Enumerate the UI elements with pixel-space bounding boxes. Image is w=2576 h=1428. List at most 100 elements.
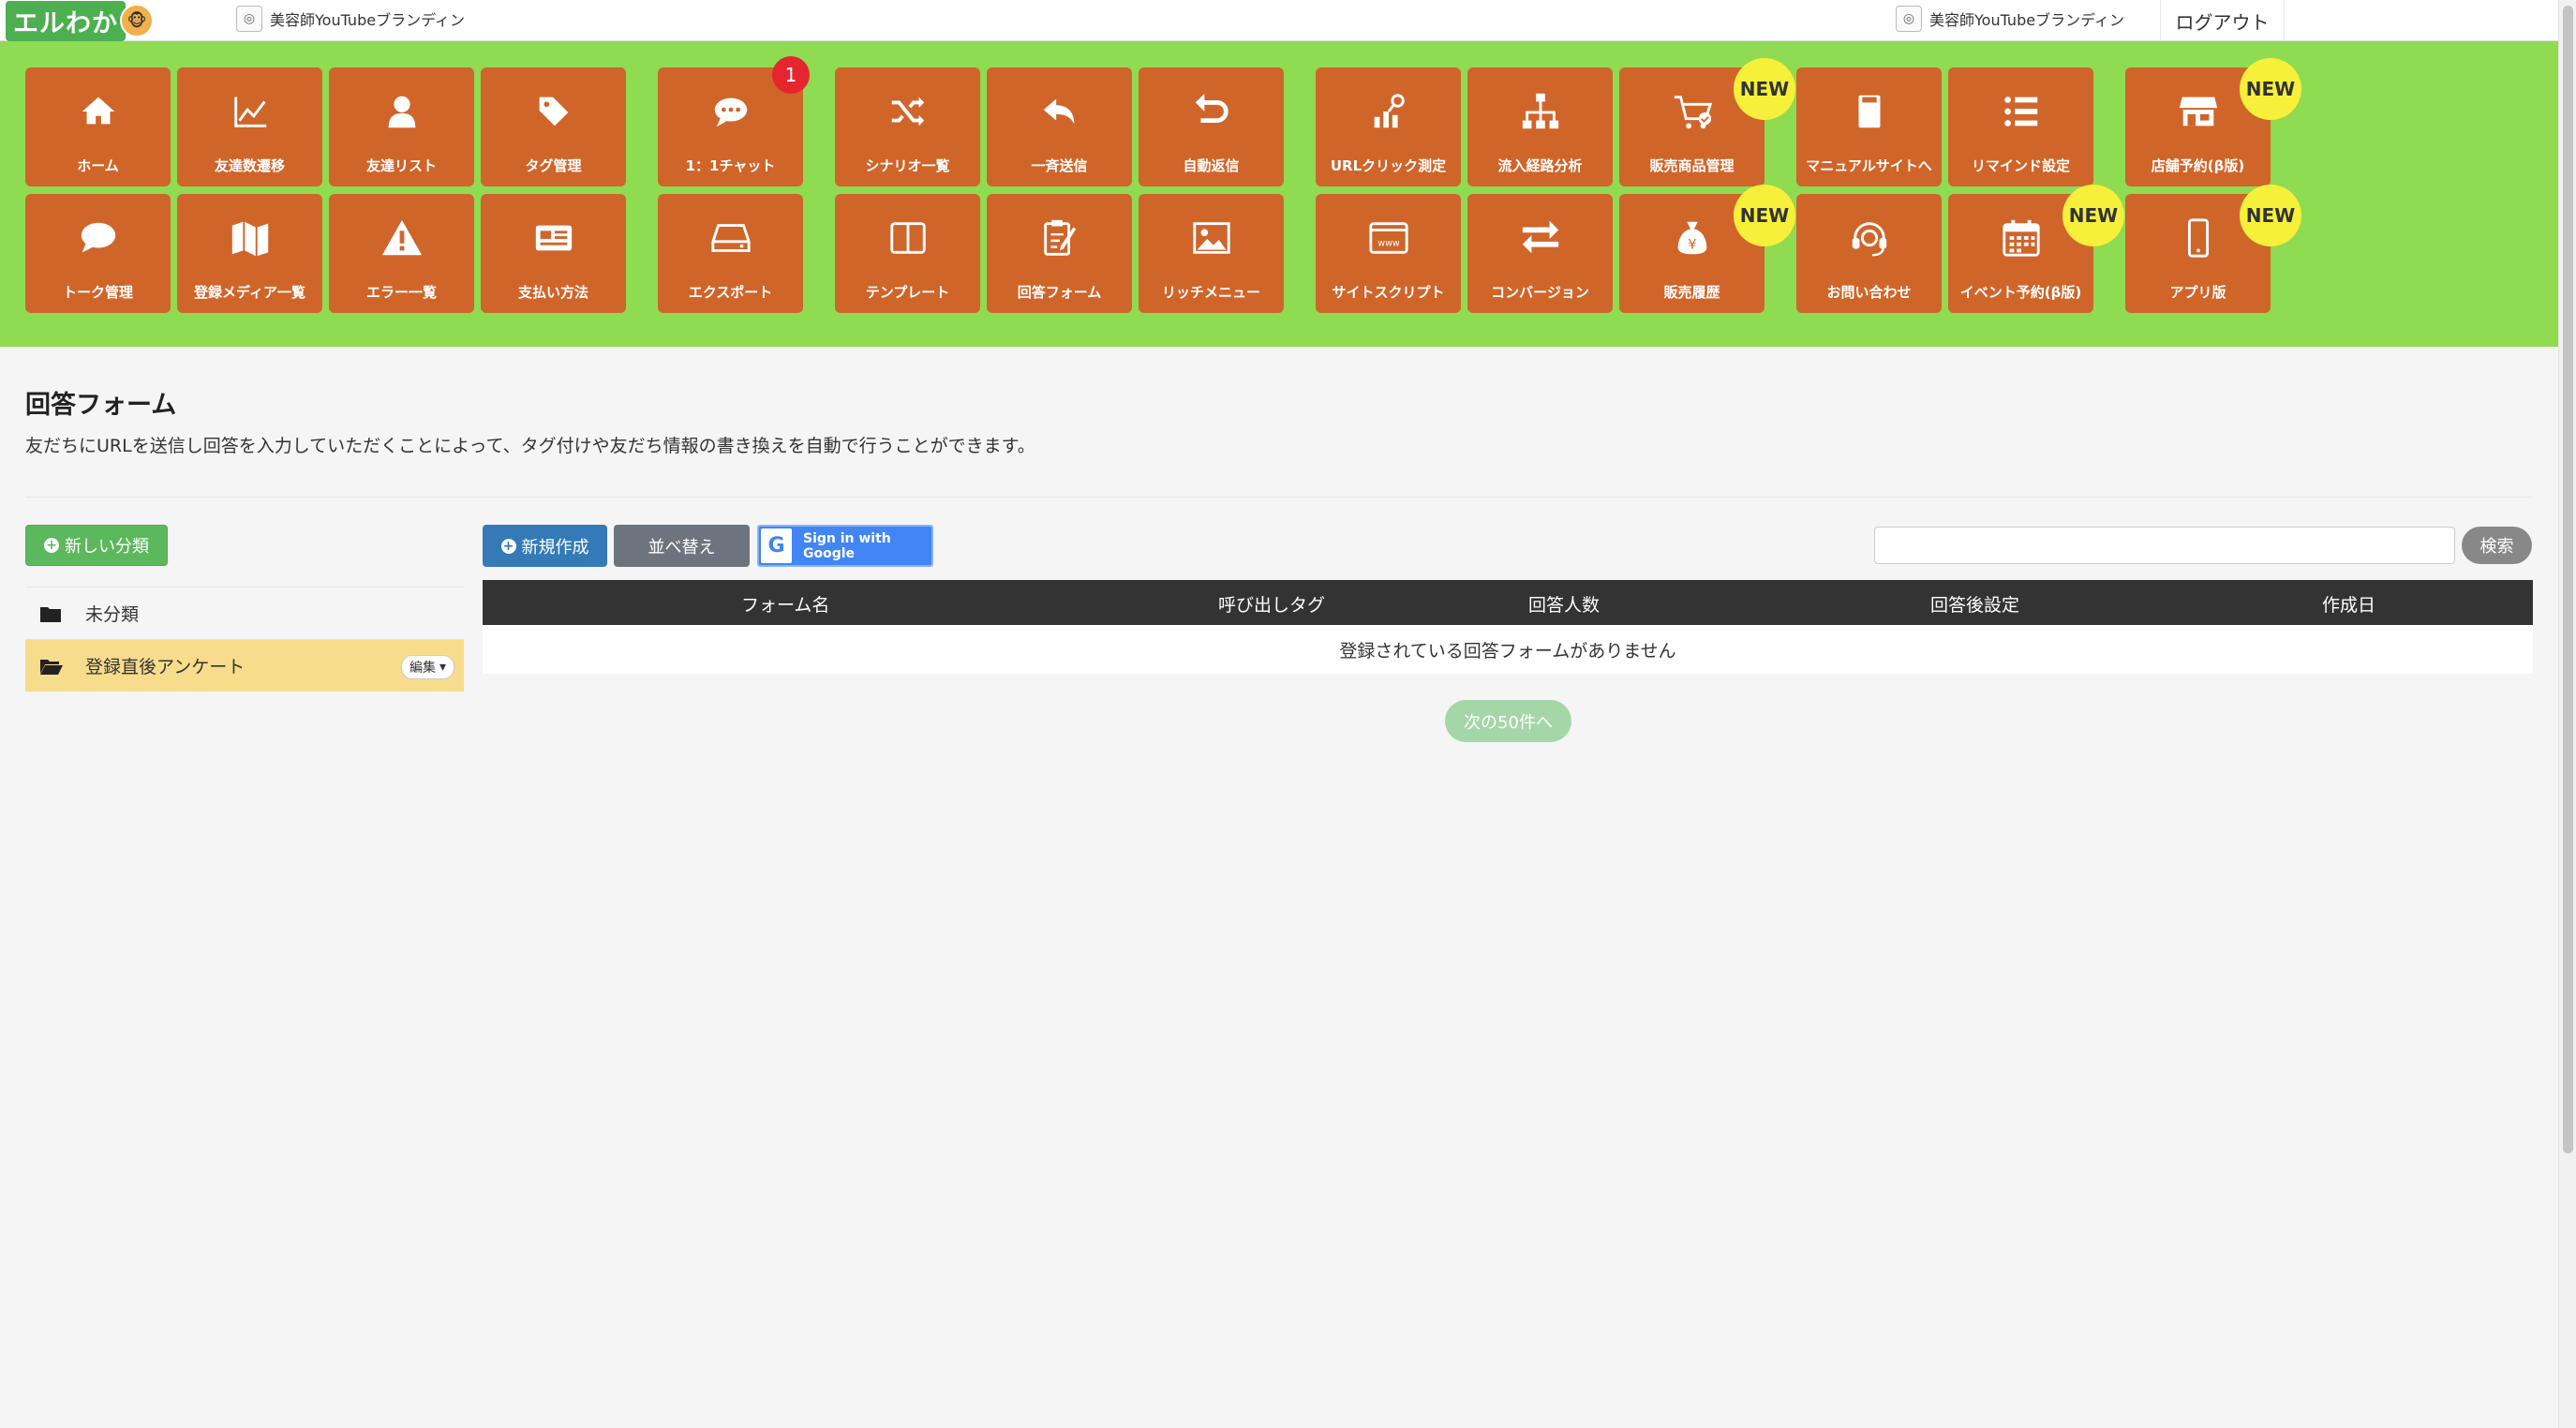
columns-icon <box>835 215 980 261</box>
click-stats-icon <box>1316 88 1461 135</box>
unread-count-badge: 1 <box>772 56 810 94</box>
edit-label: 編集 <box>409 661 436 676</box>
menu-tile-label: イベント予約(β版) <box>1959 284 2082 301</box>
google-signin-button[interactable]: G Sign in with Google <box>757 525 933 567</box>
menu-tile-label: アプリ版 <box>2169 284 2226 301</box>
plus-circle-icon: + <box>500 538 516 554</box>
app-logo[interactable]: エルわか 🐵 <box>6 0 154 41</box>
menu-tile-6[interactable]: シナリオ一覧 <box>835 67 980 186</box>
chat-icon <box>658 88 803 135</box>
menu-tile-label: 自動返信 <box>1183 157 1240 174</box>
google-logo-icon: G <box>761 528 792 563</box>
column-created-date[interactable]: 作成日 <box>2322 591 2375 617</box>
menu-tile-label: 店舗予約(β版) <box>2151 157 2245 174</box>
new-badge: NEW <box>1734 58 1795 120</box>
new-badge: NEW <box>2240 185 2301 246</box>
menu-tile-4[interactable]: タグ管理 <box>481 67 626 186</box>
new-badge: NEW <box>1734 185 1795 246</box>
tags-icon <box>481 88 626 135</box>
logo-text: エルわか <box>6 0 126 41</box>
menu-tile-22[interactable]: リッチメニュー <box>1139 194 1284 313</box>
menu-tile-label: マニュアルサイトへ <box>1806 157 1932 174</box>
shuffle-icon <box>835 88 980 135</box>
menu-tile-15[interactable]: トーク管理 <box>25 194 171 313</box>
menu-tile-24[interactable]: コンバージョン <box>1467 194 1613 313</box>
account-switcher-left[interactable]: ◎ 美容師YouTubeブランディン <box>236 6 465 32</box>
menu-tile-12[interactable]: マニュアルサイトへ <box>1796 67 1942 186</box>
table-header: フォーム名 呼び出しタグ 回答人数 回答後設定 作成日 <box>483 580 2533 625</box>
menu-tile-23[interactable]: www サイトスクリプト <box>1316 194 1461 313</box>
sitemap-icon <box>1467 88 1613 135</box>
menu-tile-9[interactable]: URLクリック測定 <box>1316 67 1461 186</box>
warning-icon <box>329 215 474 261</box>
new-category-label: 新しい分類 <box>65 537 149 557</box>
category-list: 未分類 登録直後アンケート 編集 ▾ <box>25 587 464 692</box>
menu-tile-17[interactable]: エラー一覧 <box>329 194 474 313</box>
scrollbar-thumb[interactable] <box>2563 6 2573 1153</box>
search-input[interactable] <box>1874 527 2455 564</box>
column-respondents[interactable]: 回答人数 <box>1528 591 1600 617</box>
account-name: 美容師YouTubeブランディン <box>270 11 465 29</box>
menu-tile-18[interactable]: 支払い方法 <box>481 194 626 313</box>
menu-tile-label: コンバージョン <box>1491 284 1589 301</box>
column-form-name[interactable]: フォーム名 <box>741 591 829 617</box>
folder-icon <box>40 605 65 622</box>
top-bar: エルわか 🐵 ◎ 美容師YouTubeブランディン ◎ 美容師YouTubeブラ… <box>0 0 2576 41</box>
reply-icon <box>987 88 1132 135</box>
logout-button[interactable]: ログアウト <box>2160 0 2285 41</box>
menu-tile-16[interactable]: 登録メディア一覧 <box>177 194 322 313</box>
category-edit-dropdown[interactable]: 編集 ▾ <box>400 655 454 679</box>
category-item-active[interactable]: 登録直後アンケート 編集 ▾ <box>25 639 464 692</box>
menu-tile-21[interactable]: 回答フォーム <box>987 194 1132 313</box>
menu-tile-13[interactable]: リマインド設定 <box>1948 67 2093 186</box>
search-button[interactable]: 検索 <box>2462 527 2532 564</box>
menu-tile-2[interactable]: 友達数遷移 <box>177 67 322 186</box>
menu-tile-label: テンプレート <box>865 284 950 301</box>
menu-tile-1[interactable]: ホーム <box>25 67 171 186</box>
list-icon <box>1948 88 2093 135</box>
menu-tile-label: リッチメニュー <box>1161 284 1260 301</box>
www-icon: www <box>1316 215 1461 261</box>
category-item-uncategorized[interactable]: 未分類 <box>25 587 464 639</box>
image-icon <box>1139 215 1284 261</box>
menu-tile-3[interactable]: 友達リスト <box>329 67 474 186</box>
clipboard-edit-icon <box>987 215 1132 261</box>
create-form-button[interactable]: + 新規作成 <box>483 525 607 567</box>
divider <box>25 497 2532 498</box>
menu-tile-label: 1：1チャット <box>685 157 776 174</box>
menu-tile-7[interactable]: 一斉送信 <box>987 67 1132 186</box>
home-icon <box>25 88 171 135</box>
user-icon <box>329 88 474 135</box>
sort-button[interactable]: 並べ替え <box>614 525 750 567</box>
menu-tile-label: 回答フォーム <box>1017 284 1102 301</box>
line-chart-icon <box>177 88 322 135</box>
menu-tile-8[interactable]: 自動返信 <box>1139 67 1284 186</box>
google-signin-label: Sign in with Google <box>802 530 891 561</box>
plus-circle-icon: + <box>44 538 59 553</box>
account-avatar-icon: ◎ <box>236 6 262 32</box>
menu-tile-26[interactable]: お問い合わせ <box>1796 194 1942 313</box>
book-icon <box>1796 88 1942 135</box>
return-icon <box>1139 88 1284 135</box>
category-label: 未分類 <box>85 604 140 625</box>
menu-tile-10[interactable]: 流入経路分析 <box>1467 67 1613 186</box>
account-switcher-right[interactable]: ◎ 美容師YouTubeブランディン <box>1896 6 2124 32</box>
account-avatar-icon: ◎ <box>1896 6 1922 32</box>
menu-tile-20[interactable]: テンプレート <box>835 194 980 313</box>
column-call-tag[interactable]: 呼び出しタグ <box>1218 591 1325 617</box>
menu-tile-label: お問い合わせ <box>1826 284 1912 301</box>
menu-tile-label: 登録メディア一覧 <box>194 284 305 301</box>
column-after-answer[interactable]: 回答後設定 <box>1930 591 2019 617</box>
menu-tile-label: リマインド設定 <box>1971 157 2070 174</box>
category-label: 登録直後アンケート <box>85 657 246 677</box>
svg-text:¥: ¥ <box>1688 238 1696 253</box>
menu-tile-label: URLクリック測定 <box>1330 157 1447 174</box>
page-scrollbar[interactable] <box>2558 0 2576 1428</box>
mascot-icon: 🐵 <box>120 4 154 37</box>
menu-tile-label: 友達数遷移 <box>214 157 285 174</box>
svg-text:www: www <box>1377 239 1400 249</box>
next-page-button[interactable]: 次の50件へ <box>1445 700 1571 742</box>
new-category-button[interactable]: + 新しい分類 <box>25 525 168 566</box>
menu-tile-19[interactable]: エクスポート <box>658 194 803 313</box>
exchange-icon <box>1467 215 1613 261</box>
